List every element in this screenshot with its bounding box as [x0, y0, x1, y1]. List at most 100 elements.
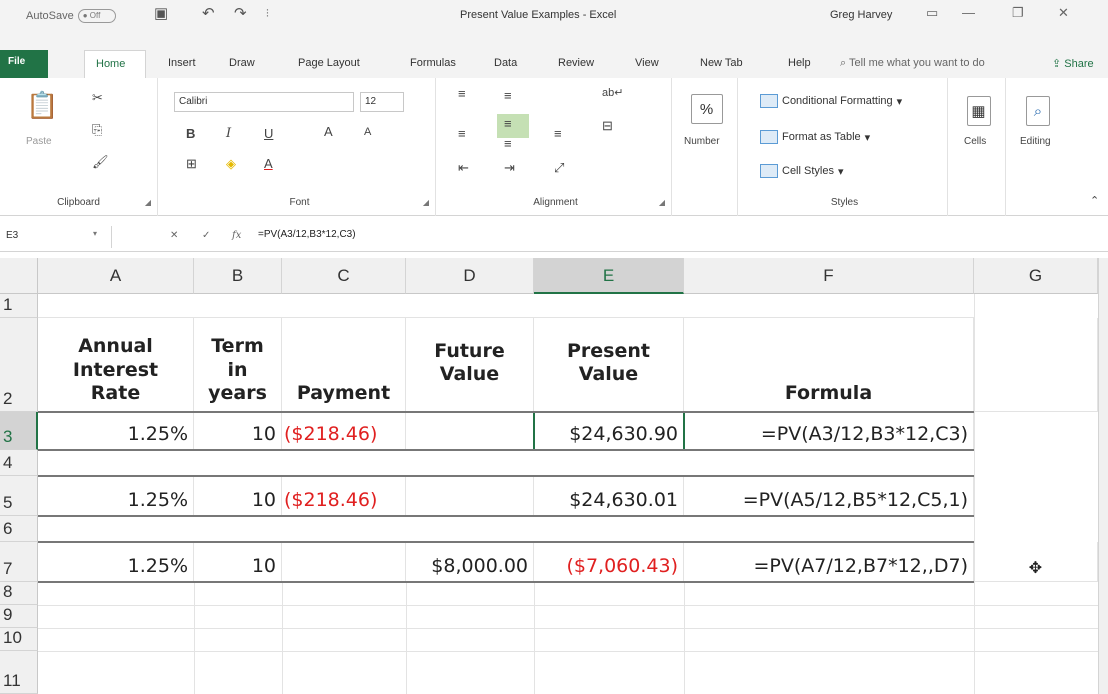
row-header-9[interactable]: 9	[0, 605, 38, 628]
increase-font-icon[interactable]: A	[324, 124, 333, 139]
autosave-toggle[interactable]: ● Off	[77, 9, 116, 23]
cancel-icon[interactable]: ✕	[170, 230, 178, 241]
cell-e5[interactable]: $24,630.01	[534, 476, 684, 516]
align-left-icon[interactable]: ≡	[458, 126, 466, 141]
tab-review[interactable]: Review	[558, 57, 594, 69]
select-all-corner[interactable]	[0, 258, 38, 294]
paste-icon[interactable]: 📋	[26, 90, 58, 121]
paste-button[interactable]: Paste	[26, 136, 52, 147]
share-button[interactable]: ⇪ Share	[1052, 57, 1094, 70]
cell-b7[interactable]: 10	[194, 542, 282, 582]
bold-button[interactable]: B	[186, 126, 195, 141]
fill-color-icon[interactable]: ◈	[226, 156, 236, 172]
save-icon[interactable]: ▣	[154, 4, 168, 22]
cell-f3[interactable]: =PV(A3/12,B3*12,C3)	[684, 412, 974, 450]
italic-button[interactable]: I	[226, 126, 231, 141]
underline-button[interactable]: U	[264, 126, 273, 141]
number-button[interactable]: Number	[684, 136, 720, 147]
cell-f7[interactable]: =PV(A7/12,B7*12,,D7)	[684, 542, 974, 582]
autosave-toggle-group[interactable]: AutoSave ● Off	[26, 9, 116, 23]
bottom-align-icon[interactable]: ≡	[504, 116, 512, 131]
header-formula[interactable]: Formula	[684, 318, 974, 412]
insert-function-icon[interactable]: fx	[232, 230, 241, 241]
header-future-value[interactable]: Future Value	[406, 318, 534, 412]
tab-draw[interactable]: Draw	[229, 57, 255, 69]
cell-g2[interactable]	[974, 318, 1098, 412]
close-icon[interactable]: ✕	[1058, 5, 1069, 21]
tab-view[interactable]: View	[635, 57, 659, 69]
cell-d7[interactable]: $8,000.00	[406, 542, 534, 582]
editing-button[interactable]: Editing	[1020, 136, 1051, 147]
font-color-icon[interactable]: A	[264, 156, 273, 171]
header-term-in-years[interactable]: Term in years	[194, 318, 282, 412]
ribbon-display-icon[interactable]: ▭	[926, 5, 938, 21]
increase-indent-icon[interactable]: ⇥	[504, 160, 515, 176]
row-1-cells[interactable]	[38, 294, 974, 318]
top-align-icon[interactable]: ≡	[458, 86, 466, 101]
cell-a3[interactable]: 1.25%	[38, 412, 194, 450]
row-header-1[interactable]: 1	[0, 294, 38, 318]
cell-e7[interactable]: ($7,060.43)	[534, 542, 684, 582]
header-annual-interest-rate[interactable]: Annual Interest Rate	[38, 318, 194, 412]
col-header-a[interactable]: A	[38, 258, 194, 294]
row-header-6[interactable]: 6	[0, 516, 38, 542]
align-right-icon[interactable]: ≡	[554, 126, 562, 141]
format-painter-icon[interactable]: 🖌	[92, 154, 109, 170]
cell-a5[interactable]: 1.25%	[38, 476, 194, 516]
cell-b5[interactable]: 10	[194, 476, 282, 516]
user-name[interactable]: Greg Harvey	[830, 9, 892, 21]
restore-icon[interactable]: ❐	[1012, 5, 1024, 21]
alignment-launcher-icon[interactable]: ◢	[659, 198, 665, 207]
merge-center-icon[interactable]: ⊟	[602, 118, 613, 134]
cut-icon[interactable]: ✂	[92, 90, 103, 106]
tab-insert[interactable]: Insert	[168, 57, 196, 69]
header-present-value[interactable]: Present Value	[534, 318, 684, 412]
col-header-d[interactable]: D	[406, 258, 534, 294]
center-icon[interactable]: ≡	[504, 136, 512, 151]
cell-c3[interactable]: ($218.46)	[282, 412, 406, 450]
row-header-4[interactable]: 4	[0, 450, 38, 476]
tab-formulas[interactable]: Formulas	[410, 57, 456, 69]
tab-page-layout[interactable]: Page Layout	[298, 57, 360, 69]
row-header-8[interactable]: 8	[0, 582, 38, 605]
vertical-scrollbar[interactable]	[1098, 258, 1108, 694]
font-name-select[interactable]: Calibri	[174, 92, 354, 112]
col-header-g[interactable]: G	[974, 258, 1098, 294]
decrease-indent-icon[interactable]: ⇤	[458, 160, 469, 176]
row-header-5[interactable]: 5	[0, 476, 38, 516]
copy-icon[interactable]: ⎘	[92, 122, 102, 138]
minimize-icon[interactable]: —	[962, 5, 975, 20]
header-payment[interactable]: Payment	[282, 318, 406, 412]
tab-file[interactable]: File	[0, 50, 48, 78]
col-header-e[interactable]: E	[534, 258, 684, 294]
middle-align-icon[interactable]: ≡	[504, 88, 512, 103]
col-header-f[interactable]: F	[684, 258, 974, 294]
col-header-b[interactable]: B	[194, 258, 282, 294]
orientation-icon[interactable]: ⤢	[554, 160, 564, 176]
cell-c7[interactable]	[282, 542, 406, 582]
clipboard-launcher-icon[interactable]: ◢	[145, 198, 151, 207]
font-launcher-icon[interactable]: ◢	[423, 198, 429, 207]
name-box[interactable]: E3 ▾	[0, 226, 112, 248]
cell-a7[interactable]: 1.25%	[38, 542, 194, 582]
conditional-formatting-button[interactable]: Conditional Formatting ▾	[760, 94, 902, 108]
cell-c5[interactable]: ($218.46)	[282, 476, 406, 516]
cell-b3[interactable]: 10	[194, 412, 282, 450]
row-header-3[interactable]: 3	[0, 412, 38, 450]
font-size-select[interactable]: 12	[360, 92, 404, 112]
col-header-c[interactable]: C	[282, 258, 406, 294]
row-header-7[interactable]: 7	[0, 542, 38, 582]
cell-f5[interactable]: =PV(A5/12,B5*12,C5,1)	[684, 476, 974, 516]
undo-icon[interactable]: ↶	[202, 4, 215, 22]
cell-styles-button[interactable]: Cell Styles ▾	[760, 164, 844, 178]
decrease-font-icon[interactable]: A	[364, 126, 371, 138]
wrap-text-icon[interactable]: ab↵	[602, 86, 623, 99]
cell-d3[interactable]	[406, 412, 534, 450]
find-icon[interactable]: ⌕	[1026, 96, 1050, 126]
tab-data[interactable]: Data	[494, 57, 517, 69]
tab-help[interactable]: Help	[788, 57, 811, 69]
row-header-11[interactable]: 11	[0, 651, 38, 694]
name-box-dropdown-icon[interactable]: ▾	[93, 229, 97, 238]
format-as-table-button[interactable]: Format as Table ▾	[760, 130, 870, 144]
borders-icon[interactable]: ⊞	[186, 156, 197, 172]
